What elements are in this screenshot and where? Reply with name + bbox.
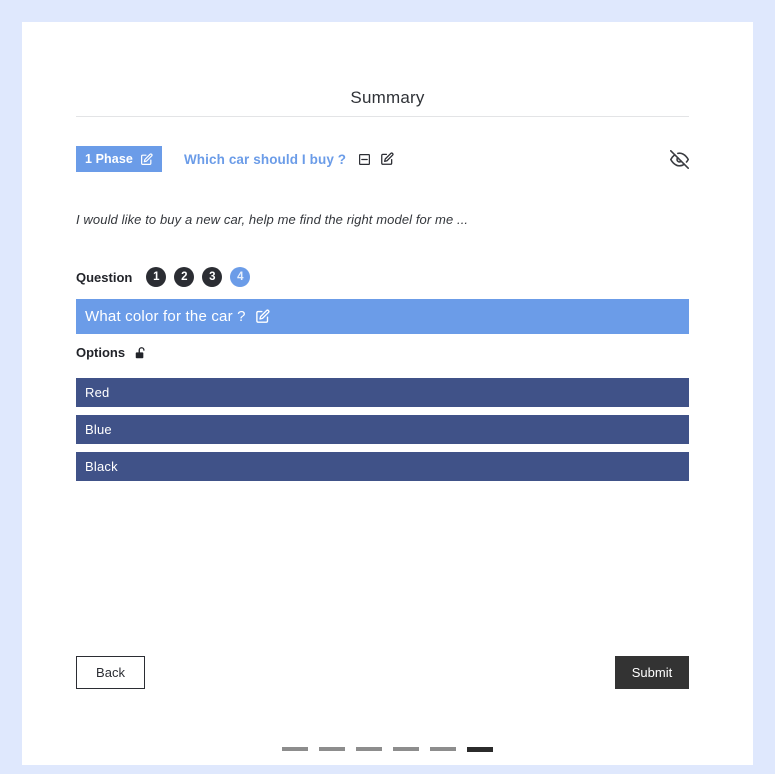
- phase-description: I would like to buy a new car, help me f…: [76, 212, 469, 227]
- option-label: Red: [85, 385, 110, 400]
- phase-name[interactable]: Which car should I buy ?: [184, 152, 346, 167]
- option-row[interactable]: Black: [76, 452, 689, 481]
- option-label: Blue: [85, 422, 112, 437]
- pagination: [22, 747, 753, 752]
- minus-square-icon[interactable]: [358, 153, 371, 166]
- pagination-dash-2[interactable]: [319, 747, 345, 751]
- question-nav: Question 1 2 3 4: [76, 267, 251, 287]
- back-button[interactable]: Back: [76, 656, 145, 689]
- edit-icon[interactable]: [140, 152, 153, 166]
- question-nav-item-2[interactable]: 2: [174, 267, 195, 287]
- question-banner[interactable]: What color for the car ?: [76, 299, 689, 334]
- submit-button[interactable]: Submit: [615, 656, 689, 689]
- eye-off-icon[interactable]: [670, 149, 689, 169]
- phase-badge[interactable]: 1 Phase: [76, 146, 162, 172]
- question-nav-item-3[interactable]: 3: [202, 267, 223, 287]
- pagination-dash-6[interactable]: [467, 747, 493, 752]
- pagination-dash-3[interactable]: [356, 747, 382, 751]
- edit-icon[interactable]: [255, 309, 270, 324]
- pagination-dash-4[interactable]: [393, 747, 419, 751]
- question-nav-item-1[interactable]: 1: [146, 267, 167, 287]
- option-label: Black: [85, 459, 118, 474]
- edit-icon[interactable]: [380, 152, 394, 166]
- pagination-dash-1[interactable]: [282, 747, 308, 751]
- options-label: Options: [76, 345, 126, 360]
- question-nav-item-4[interactable]: 4: [230, 267, 251, 287]
- phase-actions: [358, 152, 394, 166]
- options-header: Options: [76, 345, 148, 360]
- title-divider: [76, 116, 689, 117]
- page-title: Summary: [350, 88, 425, 107]
- phase-row: 1 Phase Which car should I buy ?: [76, 145, 689, 173]
- phase-badge-label: 1 Phase: [85, 152, 133, 166]
- pagination-dash-5[interactable]: [430, 747, 456, 751]
- question-nav-label: Question: [76, 269, 133, 285]
- question-text: What color for the car ?: [85, 308, 246, 325]
- options-list: Red Blue Black: [76, 378, 689, 481]
- option-row[interactable]: Blue: [76, 415, 689, 444]
- option-row[interactable]: Red: [76, 378, 689, 407]
- unlock-icon[interactable]: [134, 346, 148, 360]
- summary-card: Summary 1 Phase Which car should I buy ?: [22, 22, 753, 765]
